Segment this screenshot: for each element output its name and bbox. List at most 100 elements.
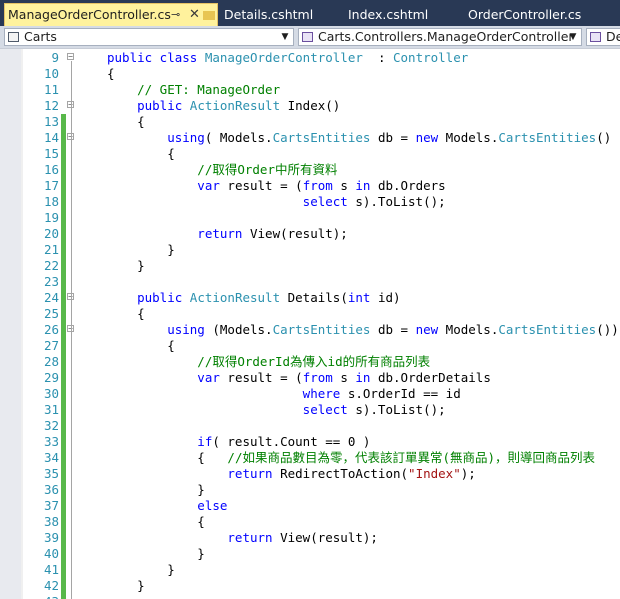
line-number: 42 [43, 578, 59, 593]
code-token: ); [460, 466, 476, 481]
pin-icon[interactable]: ⊸ [171, 4, 180, 26]
code-line[interactable]: 38 { [0, 514, 620, 530]
code-text: // GET: ManageOrder [107, 82, 280, 98]
code-line[interactable]: 30 where s.OrderId == id [0, 386, 620, 402]
code-line[interactable]: 34 { //如果商品數目為零，代表該訂單異常(無商品)，則導回商品列表 [0, 450, 620, 466]
code-line[interactable]: 10 { [0, 66, 620, 82]
type-dropdown[interactable]: Carts.Controllers.ManageOrderController … [298, 28, 582, 46]
code-token: } [107, 482, 205, 497]
code-token: int [347, 290, 371, 305]
outline-connector [71, 301, 72, 365]
line-number: 39 [43, 530, 59, 545]
code-token: return [107, 530, 273, 545]
code-token: in [355, 370, 371, 385]
code-line[interactable]: 42 } [0, 578, 620, 594]
tab-label: ManageOrderController.cs [8, 7, 171, 22]
line-number: 32 [43, 418, 59, 433]
code-line[interactable]: 14− using( Models.CartsEntities db = new… [0, 130, 620, 146]
collapse-toggle-icon[interactable]: − [67, 53, 74, 61]
code-line[interactable]: 16 //取得Order中所有資料 [0, 162, 620, 178]
code-token: Models. [438, 130, 499, 145]
method-icon [590, 32, 601, 42]
code-line[interactable]: 21 } [0, 242, 620, 258]
code-line[interactable]: 9− public class ManageOrderController : C… [0, 50, 620, 66]
code-line[interactable]: 29 var result = (from s in db.OrderDetai… [0, 370, 620, 386]
code-line[interactable]: 12− public ActionResult Index() [0, 98, 620, 114]
code-line[interactable]: 22 } [0, 258, 620, 274]
code-text: //取得Order中所有資料 [107, 162, 338, 178]
code-line[interactable]: 15 { [0, 146, 620, 162]
code-text: return RedirectToAction("Index"); [107, 466, 476, 482]
code-token: select [302, 402, 348, 417]
code-token: db.OrderDetails [370, 370, 491, 385]
close-icon[interactable]: ✕ [189, 4, 200, 26]
line-number: 24 [43, 290, 59, 305]
code-text: if( result.Count == 0 ) [107, 434, 370, 450]
project-dropdown[interactable]: Carts ▼ [4, 28, 294, 46]
line-number: 12 [43, 98, 59, 113]
code-text: } [107, 242, 175, 258]
tab-order-controller[interactable]: OrderController.cs [468, 4, 581, 26]
code-line[interactable]: 36 } [0, 482, 620, 498]
code-line[interactable]: 26− using (Models.CartsEntities db = new… [0, 322, 620, 338]
code-token: { [107, 338, 175, 353]
code-line[interactable]: 40 } [0, 546, 620, 562]
code-line[interactable]: 43 [0, 594, 620, 599]
code-line[interactable]: 32 [0, 418, 620, 434]
tab-details-cshtml[interactable]: Details.cshtml [224, 4, 313, 26]
code-line[interactable]: 11 // GET: ManageOrder [0, 82, 620, 98]
code-text: { [107, 514, 205, 530]
chevron-down-icon[interactable]: ▼ [279, 29, 291, 45]
code-token: db.Orders [370, 178, 446, 193]
line-number: 22 [43, 258, 59, 273]
code-line[interactable]: 23 [0, 274, 620, 290]
code-token: db = [370, 130, 416, 145]
code-line[interactable]: 37 else [0, 498, 620, 514]
code-token: public [107, 98, 190, 113]
code-text: var result = (from s in db.Orders [107, 178, 446, 194]
tab-accent-marker [203, 11, 215, 20]
code-token: } [107, 546, 205, 561]
code-line[interactable]: 28 //取得OrderId為傳入id的所有商品列表 [0, 354, 620, 370]
code-line[interactable]: 41 } [0, 562, 620, 578]
code-token: { [107, 450, 228, 465]
code-token: if [107, 434, 213, 449]
code-line[interactable]: 19 [0, 210, 620, 226]
code-token: new [415, 322, 439, 337]
code-line[interactable]: 17 var result = (from s in db.Orders [0, 178, 620, 194]
code-text: var result = (from s in db.OrderDetails [107, 370, 491, 386]
chevron-down-icon[interactable]: ▼ [567, 29, 579, 45]
code-text: } [107, 546, 205, 562]
code-text: } [107, 578, 145, 594]
code-line[interactable]: 20 return View(result); [0, 226, 620, 242]
line-number: 19 [43, 210, 59, 225]
code-line[interactable]: 24− public ActionResult Details(int id) [0, 290, 620, 306]
code-line[interactable]: 18 select s).ToList(); [0, 194, 620, 210]
line-number: 33 [43, 434, 59, 449]
member-dropdown[interactable]: De [586, 28, 620, 46]
line-number: 13 [43, 114, 59, 129]
code-line[interactable]: 33 if( result.Count == 0 ) [0, 434, 620, 450]
code-line[interactable]: 31 select s).ToList(); [0, 402, 620, 418]
code-line[interactable]: 25 { [0, 306, 620, 322]
code-text: { [107, 114, 145, 130]
code-line[interactable]: 13 { [0, 114, 620, 130]
code-line[interactable]: 39 return View(result); [0, 530, 620, 546]
tab-manage-order-controller[interactable]: ManageOrderController.cs ⊸ ✕ [4, 3, 218, 26]
change-tracking-bar [61, 114, 66, 599]
code-editor[interactable]: 9− public class ManageOrderController : C… [0, 49, 620, 599]
line-number: 10 [43, 66, 59, 81]
code-text: return View(result); [107, 530, 378, 546]
line-number: 15 [43, 146, 59, 161]
tab-index-cshtml[interactable]: Index.cshtml [348, 4, 428, 26]
code-token: //取得Order中所有資料 [107, 162, 338, 177]
code-line[interactable]: 27 { [0, 338, 620, 354]
code-text: } [107, 562, 175, 578]
document-tab-strip: ManageOrderController.cs ⊸ ✕ Details.csh… [0, 0, 620, 26]
line-number: 11 [43, 82, 59, 97]
code-line[interactable]: 35 return RedirectToAction("Index"); [0, 466, 620, 482]
code-token: var [107, 370, 220, 385]
project-icon [8, 32, 19, 42]
code-token: CartsEntities [498, 322, 597, 337]
